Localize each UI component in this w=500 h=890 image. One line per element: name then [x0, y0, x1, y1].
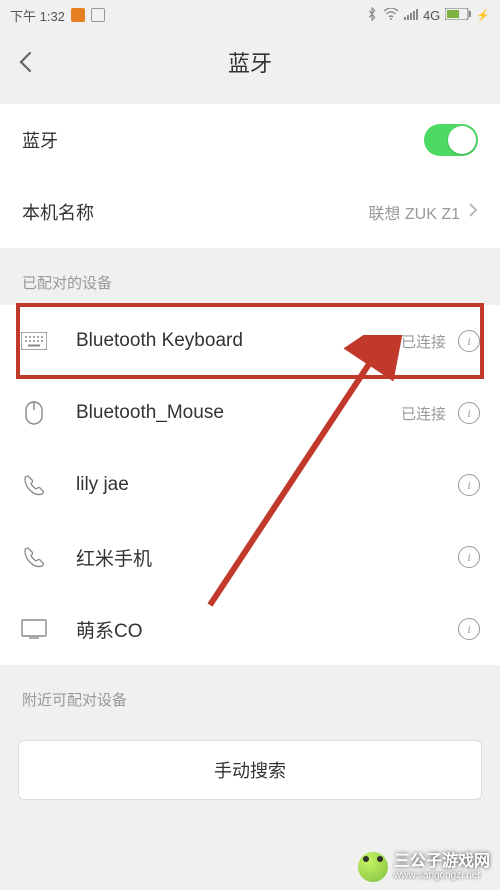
battery-icon [445, 8, 471, 23]
keyboard-icon [20, 330, 48, 352]
bluetooth-toggle[interactable] [424, 124, 478, 156]
phone-icon [20, 474, 48, 496]
notification-icon-2 [91, 8, 105, 22]
device-row-phone-2[interactable]: 红米手机 i [0, 521, 500, 593]
device-status: 已连接 [401, 331, 446, 352]
notification-icon-1 [71, 8, 85, 22]
device-name: lily jae [76, 474, 458, 496]
device-row-keyboard[interactable]: Bluetooth Keyboard 已连接 i [0, 305, 500, 377]
status-bar: 下午 1:32 4G ⚡ [0, 0, 500, 30]
device-name: 红米手机 [76, 544, 458, 571]
back-button[interactable] [18, 53, 36, 71]
device-name-value: 联想 ZUK Z1 [368, 200, 460, 224]
device-name: 萌系CO [76, 616, 458, 643]
network-type: 4G [423, 8, 440, 23]
device-name-row[interactable]: 本机名称 联想 ZUK Z1 [0, 176, 500, 248]
info-icon[interactable]: i [458, 546, 480, 568]
device-status: 已连接 [401, 403, 446, 424]
device-name: Bluetooth_Mouse [76, 402, 401, 424]
display-icon [20, 618, 48, 640]
bluetooth-toggle-row[interactable]: 蓝牙 [0, 104, 500, 176]
wifi-icon [383, 8, 399, 23]
manual-search-button[interactable]: 手动搜索 [18, 740, 482, 800]
phone-icon [20, 546, 48, 568]
watermark-url: www.sangongzi.net [394, 870, 490, 881]
info-icon[interactable]: i [458, 474, 480, 496]
chevron-right-icon [468, 202, 478, 223]
status-time: 下午 1:32 [10, 6, 65, 25]
info-icon[interactable]: i [458, 402, 480, 424]
info-icon[interactable]: i [458, 618, 480, 640]
page-header: 蓝牙 [0, 30, 500, 94]
device-name-label: 本机名称 [22, 199, 368, 225]
charging-icon: ⚡ [476, 9, 490, 22]
watermark-logo-icon [358, 852, 388, 882]
watermark-text: 三公子游戏网 [394, 854, 490, 870]
bluetooth-status-icon [366, 7, 378, 24]
page-title: 蓝牙 [36, 46, 464, 78]
info-icon[interactable]: i [458, 330, 480, 352]
signal-icon [404, 8, 418, 23]
mouse-icon [20, 402, 48, 424]
nearby-section-header: 附近可配对设备 [0, 665, 500, 722]
search-button-label: 手动搜索 [214, 757, 286, 783]
bluetooth-label: 蓝牙 [22, 127, 424, 153]
device-row-display[interactable]: 萌系CO i [0, 593, 500, 665]
device-row-mouse[interactable]: Bluetooth_Mouse 已连接 i [0, 377, 500, 449]
paired-section-header: 已配对的设备 [0, 248, 500, 305]
device-row-phone-1[interactable]: lily jae i [0, 449, 500, 521]
watermark: 三公子游戏网 www.sangongzi.net [358, 852, 490, 882]
device-name: Bluetooth Keyboard [76, 330, 401, 352]
